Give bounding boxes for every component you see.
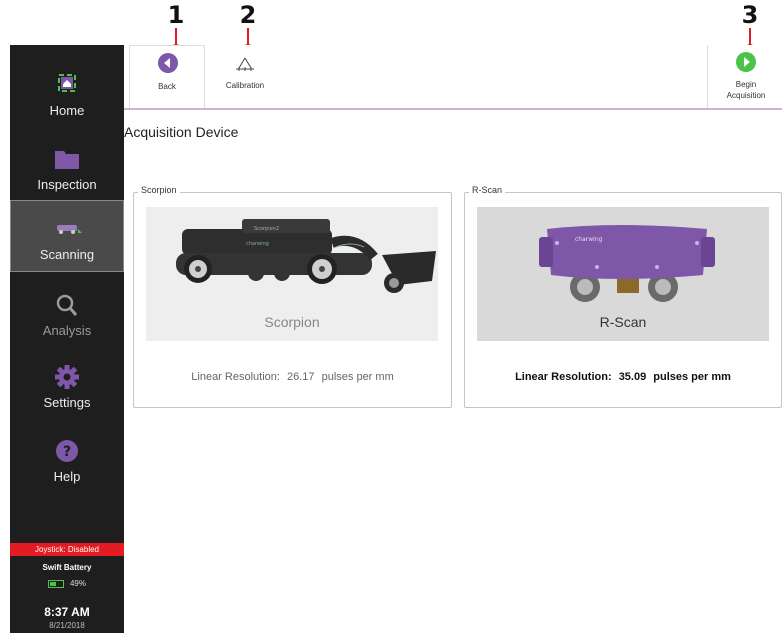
scorpion-crawler-image: Scorpion2 charwing bbox=[176, 219, 436, 293]
resolution-label: Linear Resolution: bbox=[515, 371, 612, 383]
device-card-scorpion[interactable]: Scorpion Scorpion2 charwing Scorpion Lin… bbox=[133, 185, 452, 408]
sidebar-item-label: Home bbox=[49, 103, 85, 118]
sidebar-item-help[interactable]: ? Help bbox=[10, 427, 124, 495]
rscan-crawler-image: charwing bbox=[539, 225, 715, 302]
calibration-button[interactable]: Calibration bbox=[210, 45, 280, 108]
rscan-logo-text: charwing bbox=[575, 236, 603, 243]
toolbar-separator bbox=[707, 45, 708, 108]
resolution-value: 26.17 bbox=[287, 371, 315, 383]
sidebar-item-label: Settings bbox=[43, 395, 91, 410]
svg-text:?: ? bbox=[63, 444, 71, 460]
sidebar-item-home[interactable]: Home bbox=[10, 61, 124, 129]
scanner-icon bbox=[51, 217, 85, 243]
battery-level: 49% bbox=[69, 579, 86, 588]
page-title: Acquisition Device bbox=[124, 124, 239, 140]
resolution-unit: pulses per mm bbox=[653, 371, 731, 383]
device-image-rscan: charwing R-Scan bbox=[477, 207, 769, 341]
question-icon: ? bbox=[50, 439, 84, 465]
linear-resolution: Linear Resolution: 26.17 pulses per mm bbox=[134, 371, 451, 383]
card-legend: Scorpion bbox=[138, 185, 180, 195]
callout-number: 2 bbox=[239, 1, 257, 29]
sidebar: Home Inspection Scanning Analysis Settin… bbox=[10, 45, 124, 633]
battery-icon bbox=[47, 579, 64, 588]
sidebar-item-scanning[interactable]: Scanning bbox=[10, 200, 124, 272]
sidebar-item-label: Scanning bbox=[39, 247, 95, 262]
folder-icon bbox=[50, 147, 84, 173]
battery-status: 49% bbox=[10, 579, 124, 588]
back-button[interactable]: Back bbox=[129, 45, 205, 108]
sidebar-item-label: Inspection bbox=[37, 177, 97, 192]
device-card-rscan[interactable]: R-Scan charwing R-Scan Linear Resolution… bbox=[464, 185, 782, 408]
linear-resolution: Linear Resolution: 35.09 pulses per mm bbox=[465, 371, 781, 383]
scorpion-logo-text: charwing bbox=[246, 241, 269, 247]
device-image-caption: Scorpion bbox=[264, 314, 320, 330]
back-label: Back bbox=[158, 82, 176, 91]
magnifier-icon bbox=[50, 293, 84, 319]
home-icon bbox=[50, 73, 84, 99]
clock-date: 8/21/2018 bbox=[49, 621, 85, 630]
card-legend: R-Scan bbox=[469, 185, 506, 195]
clock-time: 8:37 AM bbox=[44, 605, 90, 619]
sidebar-item-label: Help bbox=[53, 469, 81, 484]
joystick-status: Joystick: Disabled bbox=[10, 543, 124, 556]
play-icon bbox=[736, 52, 756, 72]
calibration-label: Calibration bbox=[225, 81, 265, 90]
begin-acquisition-button[interactable]: Begin Acquisition bbox=[710, 45, 782, 108]
resolution-unit: pulses per mm bbox=[321, 371, 394, 383]
sidebar-item-settings[interactable]: Settings bbox=[10, 353, 124, 421]
sidebar-item-analysis[interactable]: Analysis bbox=[10, 281, 124, 349]
callout-number: 1 bbox=[167, 1, 185, 29]
device-image-caption: R-Scan bbox=[599, 314, 647, 330]
scorpion-brand-text: Scorpion2 bbox=[254, 226, 279, 232]
gear-icon bbox=[50, 365, 84, 391]
device-image-scorpion: Scorpion2 charwing Scorpion bbox=[146, 207, 438, 341]
calibration-icon bbox=[236, 57, 254, 71]
begin-label-line1: Begin bbox=[735, 80, 757, 89]
battery-title: Swift Battery bbox=[42, 563, 92, 572]
resolution-label: Linear Resolution: bbox=[191, 371, 280, 383]
toolbar: Back Calibration Begin Acquisition bbox=[124, 45, 782, 110]
begin-label-line2: Acquisition bbox=[726, 91, 766, 100]
callout-number: 3 bbox=[741, 1, 759, 29]
sidebar-item-inspection[interactable]: Inspection bbox=[10, 135, 124, 203]
sidebar-item-label: Analysis bbox=[42, 323, 92, 338]
resolution-value: 35.09 bbox=[618, 371, 647, 383]
back-icon bbox=[158, 53, 178, 73]
